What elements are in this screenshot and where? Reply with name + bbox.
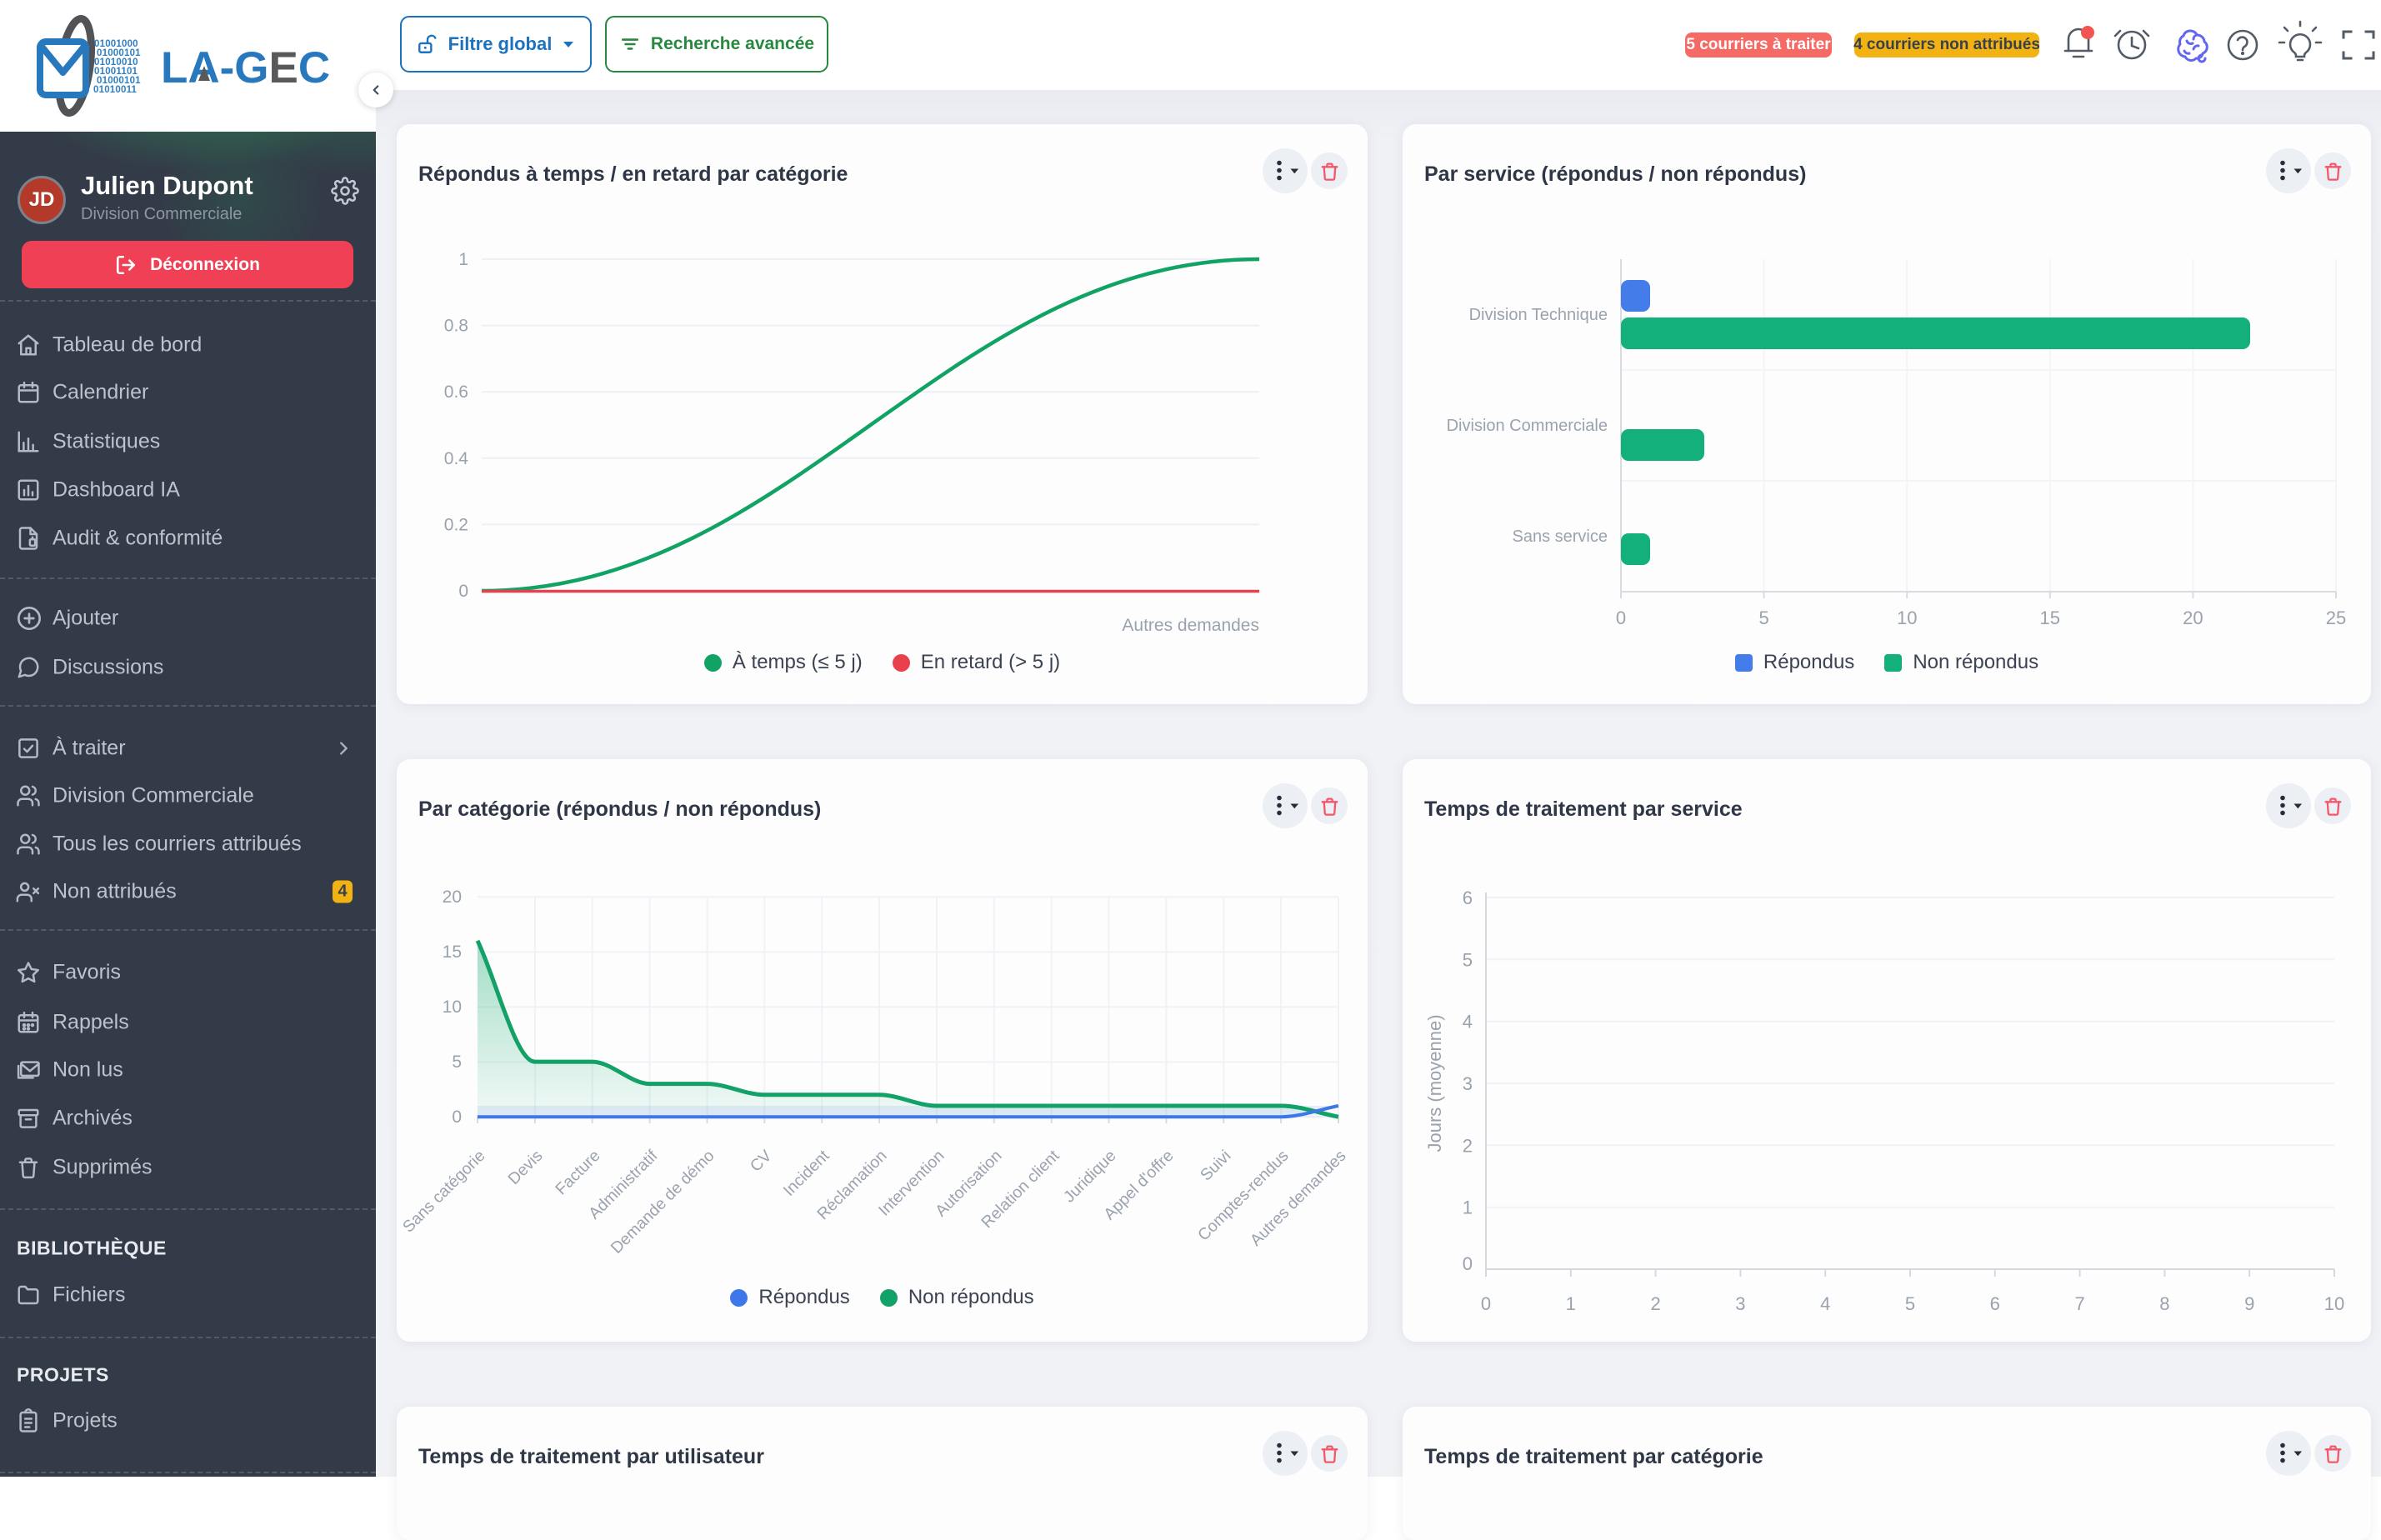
- svg-text:Autres demandes: Autres demandes: [1122, 616, 1259, 635]
- svg-text:4: 4: [1463, 1012, 1473, 1032]
- svg-text:LA-GEC: LA-GEC: [161, 43, 330, 92]
- svg-text:2: 2: [1650, 1293, 1660, 1314]
- svg-text:01010011: 01010011: [93, 85, 138, 95]
- svg-text:15: 15: [443, 942, 462, 962]
- svg-text:6: 6: [1990, 1293, 2000, 1314]
- svg-text:Autres demandes: Autres demandes: [1247, 1147, 1350, 1250]
- svg-text:Suivi: Suivi: [1197, 1147, 1234, 1184]
- svg-text:Incident: Incident: [780, 1147, 833, 1200]
- svg-text:0: 0: [1481, 1293, 1491, 1314]
- svg-text:0: 0: [452, 1108, 462, 1127]
- svg-text:15: 15: [2040, 608, 2060, 628]
- svg-text:2: 2: [1463, 1135, 1473, 1156]
- svg-text:0: 0: [458, 582, 468, 601]
- svg-text:10: 10: [1897, 608, 1917, 628]
- svg-text:7: 7: [2074, 1293, 2084, 1314]
- svg-text:Sans catégorie: Sans catégorie: [399, 1147, 489, 1237]
- svg-text:0.2: 0.2: [444, 515, 468, 534]
- svg-text:0.8: 0.8: [444, 317, 468, 336]
- svg-text:5: 5: [1758, 608, 1768, 628]
- svg-text:6: 6: [1463, 888, 1473, 908]
- svg-text:0.6: 0.6: [444, 382, 468, 402]
- svg-text:10: 10: [443, 998, 462, 1017]
- svg-text:0: 0: [1616, 608, 1626, 628]
- svg-text:Demande de démo: Demande de démo: [608, 1147, 718, 1258]
- svg-text:1: 1: [458, 250, 468, 269]
- svg-text:Devis: Devis: [504, 1147, 546, 1188]
- svg-text:5: 5: [452, 1052, 462, 1072]
- svg-text:5: 5: [1463, 949, 1473, 970]
- svg-text:1: 1: [1566, 1293, 1576, 1314]
- svg-text:5: 5: [1905, 1293, 1915, 1314]
- svg-text:Sans service: Sans service: [1513, 528, 1608, 546]
- svg-text:Division Technique: Division Technique: [1469, 306, 1608, 324]
- svg-text:3: 3: [1463, 1073, 1473, 1094]
- svg-text:3: 3: [1735, 1293, 1745, 1314]
- svg-text:0.4: 0.4: [444, 449, 469, 468]
- svg-text:25: 25: [2326, 608, 2346, 628]
- svg-text:10: 10: [2324, 1293, 2344, 1314]
- svg-text:4: 4: [1820, 1293, 1830, 1314]
- svg-text:20: 20: [2183, 608, 2203, 628]
- svg-text:1: 1: [1463, 1198, 1473, 1218]
- svg-text:0: 0: [1463, 1253, 1473, 1274]
- svg-text:CV: CV: [747, 1147, 776, 1176]
- svg-text:20: 20: [443, 888, 462, 907]
- svg-text:Jours (moyenne): Jours (moyenne): [1424, 1014, 1445, 1152]
- svg-text:9: 9: [2244, 1293, 2254, 1314]
- svg-text:Juridique: Juridique: [1060, 1147, 1120, 1207]
- svg-text:8: 8: [2159, 1293, 2169, 1314]
- svg-text:Facture: Facture: [552, 1147, 603, 1198]
- svg-text:Division Commerciale: Division Commerciale: [1447, 417, 1608, 435]
